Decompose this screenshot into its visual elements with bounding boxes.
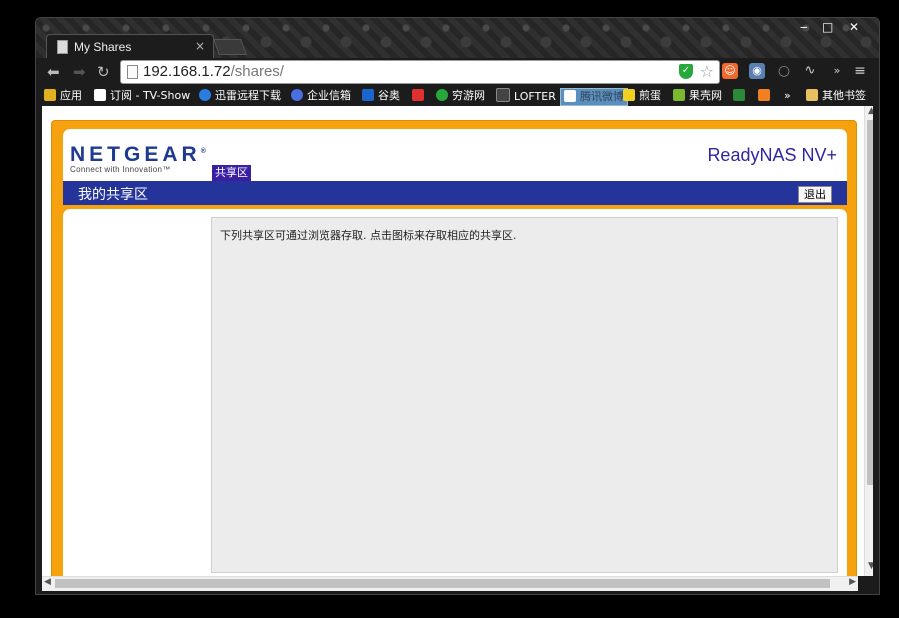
folder-icon (806, 89, 818, 101)
shares-instructions: 下列共享区可通过浏览器存取. 点击图标来存取相应的共享区. (220, 229, 517, 242)
maximize-button[interactable]: □ (822, 20, 833, 34)
douban-icon (733, 89, 745, 101)
url-path: /shares/ (230, 63, 284, 80)
apps-grid-icon (44, 89, 56, 101)
jandan-icon (623, 89, 635, 101)
guao-icon (362, 89, 374, 101)
reload-icon[interactable]: ↻ (97, 63, 110, 81)
horizontal-scroll-thumb[interactable] (55, 579, 830, 588)
minimize-button[interactable]: ‒ (800, 20, 808, 34)
tab-shares[interactable]: 共享区 (212, 165, 251, 181)
browser-tab[interactable]: My Shares × (46, 34, 214, 59)
lofter-icon (496, 88, 510, 102)
bookmarks-bar: 应用 订阅 - TV-Show 迅雷远程下载 企业信箱 谷奥 穷游网 LOFTE… (36, 86, 879, 106)
fox-icon (758, 89, 770, 101)
brand-mark: ® (200, 148, 206, 155)
bookmark-douban[interactable] (733, 88, 749, 104)
page-favicon-icon (57, 40, 68, 54)
back-arrow-icon[interactable]: ⬅ (47, 63, 60, 81)
subscription-icon (94, 89, 106, 101)
product-name: ReadyNAS NV+ (707, 145, 837, 165)
bookmark-apps[interactable]: 应用 (44, 88, 82, 104)
bookmark-star-icon[interactable]: ☆ (700, 62, 714, 81)
pulse-extension-icon[interactable]: ∿ (802, 63, 818, 79)
adblock-shield-icon[interactable]: ✓ (679, 64, 693, 79)
nas-body: 下列共享区可通过浏览器存取. 点击图标来存取相应的共享区. (63, 209, 847, 576)
bookmark-enterprise-mail[interactable]: 企业信箱 (291, 88, 351, 104)
bookmarks-overflow[interactable]: » (784, 88, 791, 104)
brand-name: NETGEAR (70, 143, 201, 166)
bookmark-mail[interactable] (412, 88, 428, 104)
browser-toolbar: ⬅ ➡ ↻ 192.168.1.72/shares/ ✓ ☆ ☺ ◉ ○ ∿ »… (36, 58, 879, 86)
bookmark-guao[interactable]: 谷奥 (362, 88, 400, 104)
browser-window: My Shares × ‒ □ ✕ ⬅ ➡ ↻ 192.168.1.72/sha… (35, 17, 880, 595)
readynas-frame: NETGEAR® Connect with Innovation™ ReadyN… (51, 120, 857, 576)
nas-header: NETGEAR® Connect with Innovation™ ReadyN… (63, 129, 847, 181)
bookmark-xunlei[interactable]: 迅雷远程下载 (199, 88, 281, 104)
new-tab-button[interactable] (213, 39, 247, 55)
power-extension-icon[interactable]: ○ (776, 63, 792, 79)
vertical-scrollbar[interactable]: ▲ ▼ (864, 106, 873, 576)
bookmark-weibo[interactable]: 腾讯微博 (560, 88, 628, 106)
section-bar: 我的共享区 退出 (63, 181, 847, 205)
weibo-icon (564, 90, 576, 102)
page-icon (127, 65, 138, 79)
horizontal-scrollbar[interactable]: ◀ ▶ (42, 576, 858, 591)
scroll-left-arrow-icon[interactable]: ◀ (44, 577, 51, 587)
scroll-down-arrow-icon[interactable]: ▼ (868, 561, 873, 571)
url-text[interactable]: 192.168.1.72/shares/ (143, 63, 284, 80)
tab-close-icon[interactable]: × (195, 39, 205, 53)
vertical-scroll-thumb[interactable] (867, 120, 873, 485)
enterprise-mail-icon (291, 89, 303, 101)
section-heading: 我的共享区 (78, 187, 148, 203)
scroll-right-arrow-icon[interactable]: ▶ (849, 577, 856, 587)
mail-icon (412, 89, 424, 101)
forward-arrow-icon[interactable]: ➡ (73, 63, 86, 81)
xunlei-icon (199, 89, 211, 101)
camera-extension-icon[interactable]: ◉ (749, 63, 765, 79)
scroll-up-arrow-icon[interactable]: ▲ (868, 106, 873, 116)
extension-face-icon[interactable]: ☺ (722, 63, 738, 79)
menu-icon[interactable]: ≡ (852, 63, 868, 79)
bookmark-tv-show[interactable]: 订阅 - TV-Show (94, 88, 190, 104)
address-bar[interactable]: 192.168.1.72/shares/ ✓ ☆ (120, 60, 720, 84)
shares-panel: 下列共享区可通过浏览器存取. 点击图标来存取相应的共享区. (211, 217, 838, 573)
bookmark-jandan[interactable]: 煎蛋 (623, 88, 661, 104)
url-host: 192.168.1.72 (143, 63, 231, 80)
bookmark-other-folder[interactable]: 其他书签 (806, 88, 866, 104)
bookmark-qyer[interactable]: 穷游网 (436, 88, 485, 104)
page-viewport: NETGEAR® Connect with Innovation™ ReadyN… (42, 106, 873, 576)
logout-button[interactable]: 退出 (798, 186, 832, 203)
tab-title: My Shares (74, 40, 132, 54)
guokr-icon (673, 89, 685, 101)
netgear-logo: NETGEAR® Connect with Innovation™ (70, 143, 206, 174)
bookmark-fox[interactable] (758, 88, 774, 104)
bookmark-guokr[interactable]: 果壳网 (673, 88, 722, 104)
bookmark-lofter[interactable]: LOFTER (496, 88, 556, 104)
close-window-button[interactable]: ✕ (849, 20, 859, 34)
title-bar[interactable]: My Shares × ‒ □ ✕ (36, 18, 879, 59)
qyer-icon (436, 89, 448, 101)
overflow-chevron-icon[interactable]: » (829, 63, 845, 79)
